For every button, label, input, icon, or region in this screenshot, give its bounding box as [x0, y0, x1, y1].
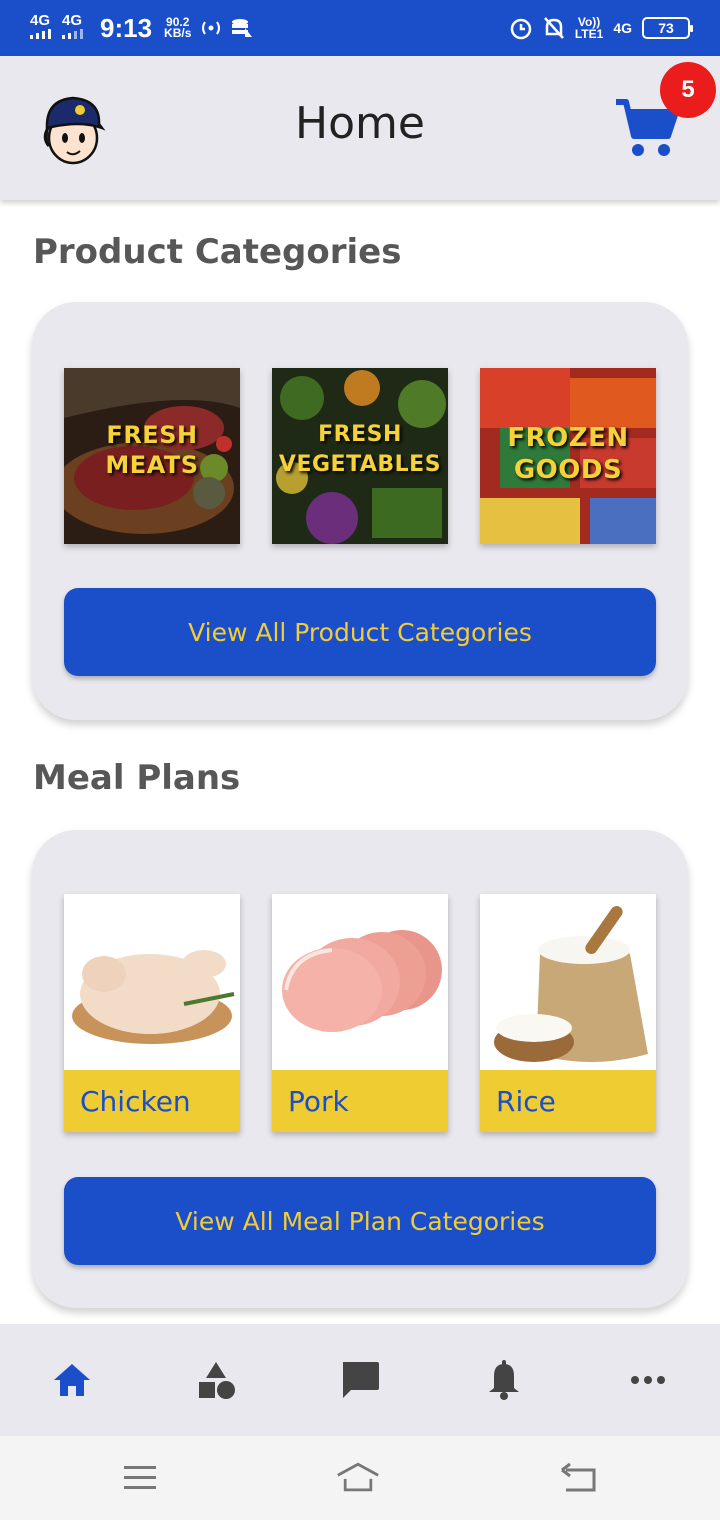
home-button[interactable]: [336, 1458, 380, 1498]
category-tile-fresh-vegetables[interactable]: FRESH VEGETABLES: [272, 368, 448, 544]
back-icon: [561, 1462, 596, 1492]
tile-label-line2: GOODS: [513, 455, 623, 485]
tile-label-line1: FRESH: [106, 421, 198, 449]
network-signal-1: 4G: [30, 12, 54, 42]
clock: 9:13: [100, 12, 153, 43]
fresh-vegetables-label: FRESH VEGETABLES: [272, 420, 448, 480]
pork-image: [272, 894, 448, 1070]
network-type-label-3: 4G: [613, 20, 632, 36]
meal-plan-label: Chicken: [64, 1070, 240, 1132]
product-categories-title: Product Categories: [33, 232, 402, 272]
signal-bars-icon: [62, 29, 83, 39]
menu-icon: [124, 1466, 156, 1489]
bell-icon: [489, 1360, 519, 1400]
chicken-image: [64, 894, 240, 1070]
frozen-goods-label: FROZEN GOODS: [480, 422, 656, 486]
system-navigation-bar: [0, 1436, 720, 1520]
bottom-navigation: [0, 1324, 720, 1436]
notifications-off-icon: [543, 17, 564, 39]
network-speed: 90.2 KB/s: [164, 16, 192, 40]
meal-plans-title: Meal Plans: [33, 758, 241, 798]
home-icon: [54, 1364, 90, 1396]
hotspot-icon: [202, 21, 221, 35]
tile-label-line1: FRESH: [318, 422, 402, 447]
data-saver-icon: [232, 19, 253, 37]
alarm-icon: [510, 18, 532, 40]
page-title: Home: [295, 98, 425, 149]
meal-plans-card: Chicken Pork Rice View All Meal Plan Cat…: [32, 830, 688, 1308]
shapes-icon: [199, 1362, 235, 1399]
lte-label: LTE1: [574, 27, 604, 41]
meal-plan-tile-chicken[interactable]: Chicken: [64, 894, 240, 1132]
category-tile-fresh-meats[interactable]: FRESH MEATS: [64, 368, 240, 544]
signal-bars-icon: [30, 29, 51, 39]
rice-image: [480, 894, 656, 1070]
fresh-meats-label: FRESH MEATS: [64, 420, 240, 480]
cart-count-badge: 5: [660, 62, 716, 118]
meal-plan-label: Rice: [480, 1070, 656, 1132]
back-button[interactable]: [556, 1458, 600, 1498]
meal-plan-tile-pork[interactable]: Pork: [272, 894, 448, 1132]
nav-more[interactable]: [626, 1358, 670, 1402]
house-outline-icon: [337, 1462, 379, 1492]
nav-home[interactable]: [50, 1358, 94, 1402]
network-type-label: 4G: [62, 12, 83, 29]
recent-apps-button[interactable]: [118, 1458, 162, 1498]
status-bar: 4G 4G 9:13 90.2 KB/s Vo)) LTE1 4G 73: [0, 0, 720, 56]
battery-level: 73: [658, 20, 674, 36]
battery-icon: 73: [642, 17, 693, 39]
view-all-product-categories-button[interactable]: View All Product Categories: [64, 588, 656, 676]
meal-plan-tile-rice[interactable]: Rice: [480, 894, 656, 1132]
network-signal-2: 4G: [62, 12, 86, 42]
meal-plan-label: Pork: [272, 1070, 448, 1132]
app-bar: Home: [0, 56, 720, 200]
chat-icon: [343, 1362, 379, 1398]
tile-label-line2: VEGETABLES: [278, 452, 442, 477]
more-icon: [631, 1376, 665, 1384]
nav-categories[interactable]: [194, 1358, 238, 1402]
volte-indicator: Vo)) LTE1: [575, 16, 603, 40]
network-type-label: 4G: [30, 12, 51, 29]
nav-notifications[interactable]: [482, 1358, 526, 1402]
speed-unit: KB/s: [164, 26, 192, 40]
view-all-meal-plan-categories-button[interactable]: View All Meal Plan Categories: [64, 1177, 656, 1265]
tile-label-line2: MEATS: [105, 451, 199, 479]
category-tile-frozen-goods[interactable]: FROZEN GOODS: [480, 368, 656, 544]
product-categories-card: FRESH MEATS FRESH VEGETABLES FROZEN GOOD…: [32, 302, 688, 720]
tile-label-line1: FROZEN: [507, 423, 629, 453]
nav-messages[interactable]: [338, 1358, 382, 1402]
